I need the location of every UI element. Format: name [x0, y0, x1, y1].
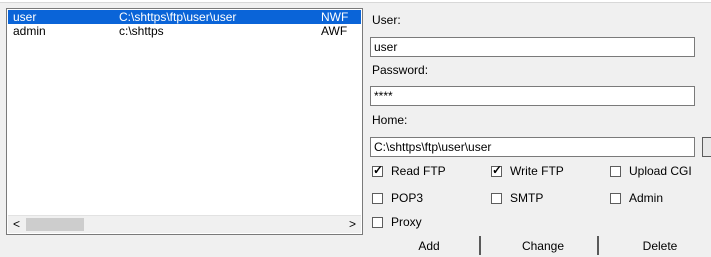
- write-ftp-label: Write FTP: [510, 164, 564, 178]
- checkbox-box: [491, 192, 502, 204]
- top-border-shadow: [0, 2, 711, 3]
- checkbox-box: ✓: [491, 162, 503, 177]
- upload-cgi-label: Upload CGI: [629, 164, 692, 178]
- checkbox-box: [610, 165, 621, 177]
- checkbox-box: [610, 192, 621, 204]
- scroll-right-arrow-icon[interactable]: >: [344, 216, 361, 233]
- checkmark-icon: ✓: [492, 162, 503, 177]
- smtp-checkbox[interactable]: SMTP: [491, 190, 543, 206]
- browse-home-button[interactable]: [702, 137, 711, 157]
- user-input[interactable]: [370, 37, 695, 57]
- upload-cgi-checkbox[interactable]: Upload CGI: [610, 163, 692, 179]
- admin-label: Admin: [629, 191, 664, 205]
- pop3-checkbox[interactable]: POP3: [372, 190, 423, 206]
- user-flags-cell: NWF: [321, 10, 349, 24]
- user-label: User:: [372, 13, 401, 27]
- read-ftp-checkbox[interactable]: ✓ Read FTP: [372, 163, 446, 179]
- horizontal-scrollbar[interactable]: < >: [8, 215, 361, 233]
- user-list[interactable]: user C:\shttps\ftp\user\user NWF admin c…: [6, 8, 363, 235]
- read-ftp-label: Read FTP: [391, 164, 446, 178]
- user-name-cell: admin: [13, 24, 46, 38]
- pop3-label: POP3: [391, 191, 424, 205]
- scrollbar-thumb[interactable]: [26, 218, 84, 231]
- change-button[interactable]: Change: [497, 235, 589, 257]
- button-separator: [479, 236, 481, 255]
- smtp-label: SMTP: [510, 191, 544, 205]
- user-home-cell: c:\shttps: [119, 24, 164, 38]
- button-separator: [597, 236, 599, 255]
- password-input[interactable]: [370, 86, 695, 106]
- user-name-cell: user: [13, 10, 37, 24]
- user-list-row-user[interactable]: user C:\shttps\ftp\user\user NWF: [8, 10, 361, 24]
- scroll-left-arrow-icon[interactable]: <: [8, 216, 25, 233]
- checkbox-box: ✓: [372, 162, 384, 177]
- password-label: Password:: [372, 63, 429, 77]
- checkbox-box: [372, 192, 383, 204]
- write-ftp-checkbox[interactable]: ✓ Write FTP: [491, 163, 564, 179]
- home-label: Home:: [372, 113, 408, 127]
- proxy-checkbox[interactable]: Proxy: [372, 214, 422, 230]
- checkbox-box: [372, 216, 383, 228]
- user-flags-cell: AWF: [321, 24, 348, 38]
- user-list-row-admin[interactable]: admin c:\shttps AWF: [8, 24, 361, 38]
- delete-button[interactable]: Delete: [613, 235, 707, 257]
- admin-checkbox[interactable]: Admin: [610, 190, 663, 206]
- add-button[interactable]: Add: [388, 235, 470, 257]
- proxy-label: Proxy: [391, 215, 422, 229]
- checkmark-icon: ✓: [373, 162, 384, 177]
- user-home-cell: C:\shttps\ftp\user\user: [119, 10, 237, 24]
- home-input[interactable]: [370, 137, 695, 157]
